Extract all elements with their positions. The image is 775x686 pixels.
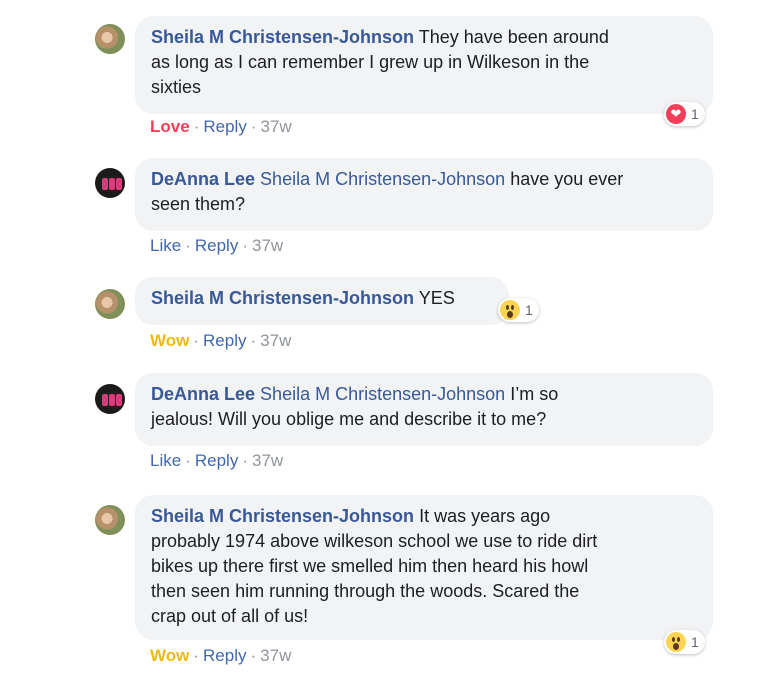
wow-button[interactable]: Wow — [150, 646, 189, 665]
reaction-count: 1 — [691, 106, 699, 122]
comment-bubble: DeAnna Lee Sheila M Christensen-Johnson … — [135, 373, 713, 446]
author-name[interactable]: Sheila M Christensen-Johnson — [151, 506, 414, 526]
timestamp[interactable]: 37w — [260, 331, 291, 350]
comment-text: seen them? — [151, 194, 246, 214]
comment-text: crap out of all of us! — [151, 606, 309, 626]
comment-text: as long as I can remember I grew up in W… — [151, 52, 590, 72]
comment-actions: Like · Reply · 37w — [150, 451, 284, 470]
timestamp[interactable]: 37w — [261, 117, 292, 136]
mention-link[interactable]: Sheila M Christensen-Johnson — [260, 169, 505, 189]
mention-link[interactable]: Sheila M Christensen-Johnson — [260, 384, 505, 404]
comment-actions: Wow · Reply · 37w — [150, 331, 292, 350]
avatar[interactable] — [95, 289, 125, 319]
reaction-count-badge[interactable]: ❤ 1 — [664, 102, 705, 126]
comment-text: jealous! Will you oblige me and describe… — [151, 409, 547, 429]
like-button[interactable]: Like — [150, 236, 181, 255]
avatar[interactable] — [95, 384, 125, 414]
comment-text: have you ever — [510, 169, 624, 189]
comment-bubble: Sheila M Christensen-Johnson They have b… — [135, 16, 713, 114]
reaction-count: 1 — [691, 634, 699, 650]
author-name[interactable]: Sheila M Christensen-Johnson — [151, 27, 414, 47]
wow-icon — [500, 300, 520, 320]
reply-button[interactable]: Reply — [195, 236, 238, 255]
comment-actions: Love · Reply · 37w — [150, 117, 292, 136]
love-button[interactable]: Love — [150, 117, 190, 136]
comment-actions: Wow · Reply · 37w — [150, 646, 292, 665]
reaction-count-badge[interactable]: 1 — [498, 298, 539, 322]
comment-text: They have been around — [418, 27, 609, 47]
comment-text: sixties — [151, 77, 202, 97]
reaction-count: 1 — [525, 302, 533, 318]
comment-text: then seen him running through the woods.… — [151, 581, 580, 601]
comment-bubble: DeAnna Lee Sheila M Christensen-Johnson … — [135, 158, 713, 231]
avatar[interactable] — [95, 505, 125, 535]
reply-button[interactable]: Reply — [203, 117, 246, 136]
reply-button[interactable]: Reply — [203, 331, 246, 350]
comment-text: probably 1974 above wilkeson school we u… — [151, 531, 598, 551]
reply-button[interactable]: Reply — [203, 646, 246, 665]
timestamp[interactable]: 37w — [252, 451, 283, 470]
avatar[interactable] — [95, 168, 125, 198]
comment-actions: Like · Reply · 37w — [150, 236, 284, 255]
reply-button[interactable]: Reply — [195, 451, 238, 470]
comment-text: It was years ago — [419, 506, 551, 526]
comment-bubble: Sheila M Christensen-Johnson YES — [135, 277, 509, 325]
comment-text: bikes up there first we smelled him then… — [151, 556, 589, 576]
avatar[interactable] — [95, 24, 125, 54]
heart-icon: ❤ — [666, 104, 686, 124]
reaction-count-badge[interactable]: 1 — [664, 630, 705, 654]
wow-icon — [666, 632, 686, 652]
comment-bubble: Sheila M Christensen-Johnson It was year… — [135, 495, 713, 640]
comment-text: YES — [418, 288, 455, 308]
like-button[interactable]: Like — [150, 451, 181, 470]
author-name[interactable]: DeAnna Lee — [151, 169, 255, 189]
wow-button[interactable]: Wow — [150, 331, 189, 350]
author-name[interactable]: DeAnna Lee — [151, 384, 255, 404]
timestamp[interactable]: 37w — [260, 646, 291, 665]
timestamp[interactable]: 37w — [252, 236, 283, 255]
comment-text: I’m so — [510, 384, 559, 404]
author-name[interactable]: Sheila M Christensen-Johnson — [151, 288, 414, 308]
